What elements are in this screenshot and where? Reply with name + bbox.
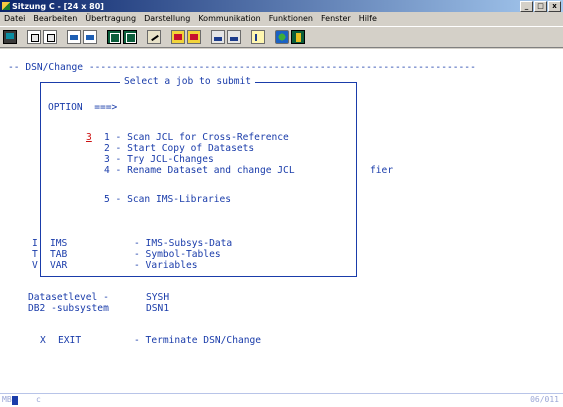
menu-hilfe[interactable]: Hilfe bbox=[355, 14, 381, 23]
exit-desc: - Terminate DSN/Change bbox=[134, 335, 262, 346]
option-1: 1 - Scan JCL for Cross-Reference bbox=[104, 132, 289, 143]
cursor-position: 06/011 bbox=[530, 395, 559, 404]
copy-icon[interactable] bbox=[27, 30, 41, 44]
terminal-screen[interactable]: -- DSN/Change --------------------------… bbox=[0, 49, 563, 407]
maximize-button[interactable]: □ bbox=[534, 1, 547, 12]
panel-title: Select a job to submit bbox=[120, 77, 256, 87]
db2-label: DB2 -subsystem bbox=[28, 303, 109, 314]
menu-fenster[interactable]: Fenster bbox=[317, 14, 355, 23]
cursor-block bbox=[12, 396, 18, 405]
menu-funktionen[interactable]: Funktionen bbox=[265, 14, 317, 23]
menu-bar: Datei Bearbeiten Übertragung Darstellung… bbox=[0, 12, 563, 25]
send-icon[interactable] bbox=[67, 30, 81, 44]
cmd-key-tab: T bbox=[32, 249, 38, 260]
note-icon[interactable] bbox=[251, 30, 265, 44]
cmd-desc-ims: - IMS-Subsys-Data bbox=[134, 238, 233, 249]
option-5: 5 - Scan IMS-Libraries bbox=[104, 194, 232, 205]
option-3: 3 - Try JCL-Changes bbox=[104, 154, 214, 165]
cmd-name-var: VAR bbox=[50, 260, 68, 271]
receive-icon[interactable] bbox=[83, 30, 97, 44]
title-bar: Sitzung C - [24 x 80] _ □ x bbox=[0, 0, 563, 12]
tape-icon[interactable] bbox=[211, 30, 225, 44]
cmd-key-ims: I bbox=[32, 238, 38, 249]
option-4: 4 - Rename Dataset and change JCL bbox=[104, 165, 295, 176]
app-icon bbox=[2, 2, 10, 10]
db2-value[interactable]: DSN1 bbox=[146, 304, 169, 314]
screen-icon[interactable] bbox=[107, 30, 121, 44]
menu-bearbeiten[interactable]: Bearbeiten bbox=[29, 14, 81, 23]
datasetlevel-label: Datasetlevel - bbox=[28, 292, 109, 303]
option-label: OPTION ===> bbox=[48, 102, 118, 113]
columns2-icon[interactable] bbox=[187, 30, 201, 44]
minimize-button[interactable]: _ bbox=[520, 1, 533, 12]
exit-key: X bbox=[40, 335, 46, 346]
option-2: 2 - Start Copy of Datasets bbox=[104, 143, 255, 154]
menu-uebertragung[interactable]: Übertragung bbox=[81, 14, 140, 23]
pen-icon[interactable] bbox=[147, 30, 161, 44]
screen-header: -- DSN/Change --------------------------… bbox=[8, 62, 476, 73]
globe-icon[interactable] bbox=[275, 30, 289, 44]
cmd-key-var: V bbox=[32, 260, 38, 271]
toolbar bbox=[0, 26, 563, 48]
menu-darstellung[interactable]: Darstellung bbox=[140, 14, 194, 23]
paste-icon[interactable] bbox=[43, 30, 57, 44]
status-mode: c bbox=[36, 395, 41, 404]
transfer-icon[interactable] bbox=[227, 30, 241, 44]
book-icon[interactable] bbox=[291, 30, 305, 44]
datasetlevel-value[interactable]: SYSH bbox=[146, 293, 169, 303]
close-button[interactable]: x bbox=[548, 1, 561, 12]
status-bar: MB c 06/011 bbox=[0, 393, 563, 407]
cmd-desc-var: - Variables bbox=[134, 260, 198, 271]
menu-datei[interactable]: Datei bbox=[0, 14, 29, 23]
menu-kommunikation[interactable]: Kommunikation bbox=[194, 14, 264, 23]
status-mb: MB bbox=[2, 395, 12, 404]
cmd-name-tab: TAB bbox=[50, 249, 68, 260]
fier-text: fier bbox=[370, 165, 394, 176]
cmd-name-ims: IMS bbox=[50, 238, 68, 249]
exit-name: EXIT bbox=[58, 335, 82, 346]
monitor-icon[interactable] bbox=[3, 30, 17, 44]
columns-icon[interactable] bbox=[171, 30, 185, 44]
cmd-desc-tab: - Symbol-Tables bbox=[134, 249, 221, 260]
option-input[interactable]: 3 bbox=[86, 133, 92, 143]
window-title: Sitzung C - [24 x 80] bbox=[12, 1, 104, 11]
screen2-icon[interactable] bbox=[123, 30, 137, 44]
